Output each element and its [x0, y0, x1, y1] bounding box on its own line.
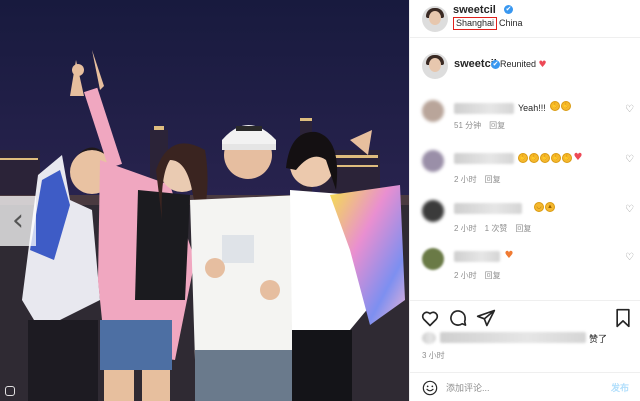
location-city[interactable]: Shanghai [453, 17, 498, 30]
verified-badge-icon: ✔ [504, 5, 513, 14]
reply-link[interactable]: 回复 [485, 271, 501, 280]
comment-item: ✋ ✋ ✋ ✋ ✋ ♥ 2 小时 回复 ♡ [422, 150, 634, 190]
caption-text-value: Reunited [500, 59, 537, 69]
comment-item: ♥ 2 小时 回复 ♡ [422, 248, 634, 288]
reply-link[interactable]: 回复 [515, 224, 531, 233]
comment-likes[interactable]: 1 次赞 [485, 224, 508, 233]
smile-emoji-icon: ◡ [534, 202, 544, 212]
comment-like-heart-icon[interactable]: ♡ [625, 204, 634, 215]
clap-emoji-icon: ✋ [561, 101, 571, 111]
comment-time: 2 小时 [454, 224, 477, 233]
comment-like-heart-icon[interactable]: ♡ [625, 252, 634, 263]
blurred-liker-avatar [422, 332, 436, 344]
clap-emoji-icon: ✋ [529, 153, 539, 163]
orange-heart-icon: ♥ [504, 250, 514, 261]
author-username[interactable]: sweetcil [453, 4, 496, 16]
post-action-bar [410, 300, 640, 330]
clap-emoji-icon: ✋ [518, 153, 528, 163]
clap-emoji-icon: ✋ [540, 153, 550, 163]
reply-link[interactable]: 回复 [489, 121, 505, 130]
smile-icon[interactable] [422, 380, 438, 396]
heart-icon[interactable] [420, 308, 440, 328]
blurred-username [454, 203, 522, 214]
post-caption: sweetcil ✔ Reunited ♥ [422, 53, 632, 79]
watermark-icon [5, 386, 15, 396]
comment-icon[interactable] [448, 308, 468, 328]
comment-meta: 2 小时 回复 [454, 270, 509, 281]
chevron-left-icon: ‹ [12, 203, 24, 238]
blurred-username [454, 153, 514, 164]
red-heart-icon: ♥ [538, 60, 547, 70]
clap-emoji-icon: ✋ [562, 153, 572, 163]
location-country[interactable]: China [499, 18, 523, 28]
share-icon[interactable] [476, 308, 496, 328]
post-photo: ‹ [0, 0, 409, 401]
red-heart-icon: ♥ [573, 152, 583, 163]
comment-like-heart-icon[interactable]: ♡ [625, 154, 634, 165]
comment-input[interactable] [446, 379, 596, 396]
comment-like-heart-icon[interactable]: ♡ [625, 104, 634, 115]
post-header: sweetcil ✔ Shanghai China [410, 0, 640, 38]
comment-composer: 发布 [410, 372, 640, 401]
reply-link[interactable]: 回复 [485, 175, 501, 184]
post-sidebar: sweetcil ✔ Shanghai China sweetcil ✔ Reun… [409, 0, 640, 401]
post-time: 3 小时 [422, 351, 445, 360]
comment-emojis: ◡ ▲ [534, 202, 555, 212]
comment-meta: 2 小时 1 次赞 回复 [454, 223, 539, 234]
post-comment-button[interactable]: 发布 [611, 381, 629, 394]
previous-photo-button[interactable]: ‹ [0, 196, 36, 246]
comment-emojis: ✋ ✋ ✋ ✋ ✋ ♥ [518, 153, 583, 163]
comment-item: Yeah!!! ✋ ✋ 51 分钟 回复 ♡ [422, 100, 634, 140]
comment-time: 51 分钟 [454, 121, 482, 130]
author-avatar[interactable] [422, 6, 448, 32]
blurred-username [454, 103, 514, 114]
comment-avatar[interactable] [422, 100, 444, 122]
likes-summary[interactable]: 赞了 [422, 330, 634, 344]
post-location[interactable]: Shanghai China [453, 17, 523, 30]
comment-avatar[interactable] [422, 150, 444, 172]
comment-item: ◡ ▲ 2 小时 1 次赞 回复 ♡ [422, 200, 634, 240]
comment-meta: 51 分钟 回复 [454, 120, 513, 131]
comment-avatar[interactable] [422, 200, 444, 222]
bookmark-icon[interactable] [613, 308, 633, 328]
verified-badge-icon: ✔ [491, 60, 500, 69]
comment-time: 2 小时 [454, 271, 477, 280]
comment-time: 2 小时 [454, 175, 477, 184]
caption-text: Reunited ♥ [500, 59, 547, 70]
thumbs-up-emoji-icon: ▲ [545, 202, 555, 212]
clap-emoji-icon: ✋ [551, 153, 561, 163]
photo-illustration [0, 0, 409, 401]
comment-emojis: ♥ [504, 251, 514, 261]
comment-meta: 2 小时 回复 [454, 174, 509, 185]
blurred-likers [440, 332, 586, 343]
clap-emoji-icon: ✋ [550, 101, 560, 111]
likes-suffix: 赞了 [589, 334, 608, 344]
comment-text: Yeah!!! [518, 103, 546, 113]
caption-avatar[interactable] [422, 53, 448, 79]
blurred-username [454, 251, 500, 262]
comment-emojis: ✋ ✋ [550, 101, 571, 111]
comment-avatar[interactable] [422, 248, 444, 270]
